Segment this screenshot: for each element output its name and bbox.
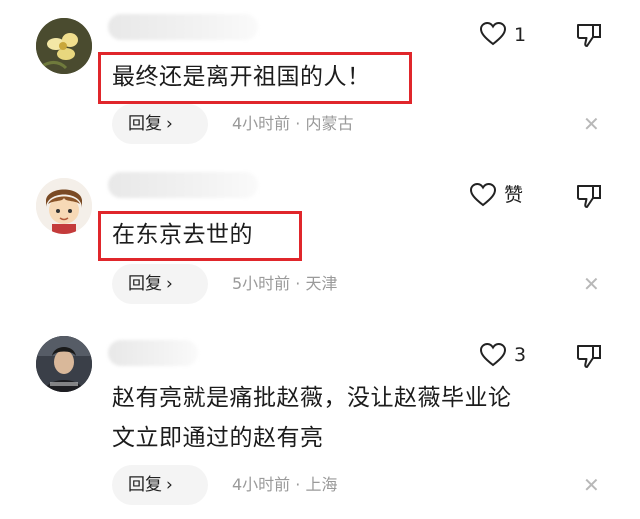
meta-separator: · bbox=[295, 114, 301, 133]
meta-separator: · bbox=[295, 475, 301, 494]
reply-label: 回复 bbox=[128, 274, 162, 294]
chevron-right-icon: › bbox=[166, 114, 173, 134]
avatar[interactable] bbox=[36, 18, 92, 74]
comment-meta: 5小时前 · 天津 bbox=[232, 264, 337, 304]
like-count: 3 bbox=[514, 344, 527, 366]
meta-separator: · bbox=[295, 274, 301, 293]
thumb-down-icon[interactable] bbox=[576, 183, 602, 209]
comment-text-line-2: 文立即通过的赵有亮 bbox=[112, 425, 324, 451]
thumb-down-icon[interactable] bbox=[576, 343, 602, 369]
chevron-right-icon: › bbox=[166, 475, 173, 495]
heart-outline-icon[interactable] bbox=[480, 343, 506, 367]
avatar[interactable] bbox=[36, 336, 92, 392]
reply-button[interactable]: 回复 › bbox=[112, 465, 208, 505]
comment-location: 内蒙古 bbox=[305, 114, 354, 133]
comment-text: 最终还是离开祖国的人！ bbox=[112, 64, 371, 90]
avatar-flower-image bbox=[36, 18, 92, 74]
username-blurred bbox=[108, 340, 198, 366]
avatar[interactable] bbox=[36, 178, 92, 234]
heart-outline-icon[interactable] bbox=[480, 22, 506, 46]
comment-time: 4小时前 bbox=[232, 114, 291, 133]
comment-time: 5小时前 bbox=[232, 274, 291, 293]
like-count: 1 bbox=[514, 24, 527, 46]
reply-button[interactable]: 回复 › bbox=[112, 104, 208, 144]
avatar-photo-image bbox=[36, 336, 92, 392]
close-icon[interactable]: ✕ bbox=[583, 465, 600, 505]
comment-text-line-1: 赵有亮就是痛批赵薇，没让赵薇毕业论 bbox=[112, 385, 512, 411]
comment-time: 4小时前 bbox=[232, 475, 291, 494]
close-icon[interactable]: ✕ bbox=[583, 264, 600, 304]
comment-text: 在东京去世的 bbox=[112, 222, 253, 248]
reply-label: 回复 bbox=[128, 475, 162, 495]
comment-meta: 4小时前 · 上海 bbox=[232, 465, 337, 505]
comment-meta: 4小时前 · 内蒙古 bbox=[232, 104, 353, 144]
username-blurred bbox=[108, 172, 258, 198]
chevron-right-icon: › bbox=[166, 274, 173, 294]
avatar-cartoon-image bbox=[36, 178, 92, 234]
reply-label: 回复 bbox=[128, 114, 162, 134]
username-blurred bbox=[108, 14, 258, 40]
heart-outline-icon[interactable] bbox=[470, 183, 496, 207]
comment-location: 上海 bbox=[305, 475, 338, 494]
close-icon[interactable]: ✕ bbox=[583, 104, 600, 144]
reply-button[interactable]: 回复 › bbox=[112, 264, 208, 304]
comment-location: 天津 bbox=[305, 274, 338, 293]
thumb-down-icon[interactable] bbox=[576, 22, 602, 48]
like-label: 赞 bbox=[504, 184, 524, 206]
